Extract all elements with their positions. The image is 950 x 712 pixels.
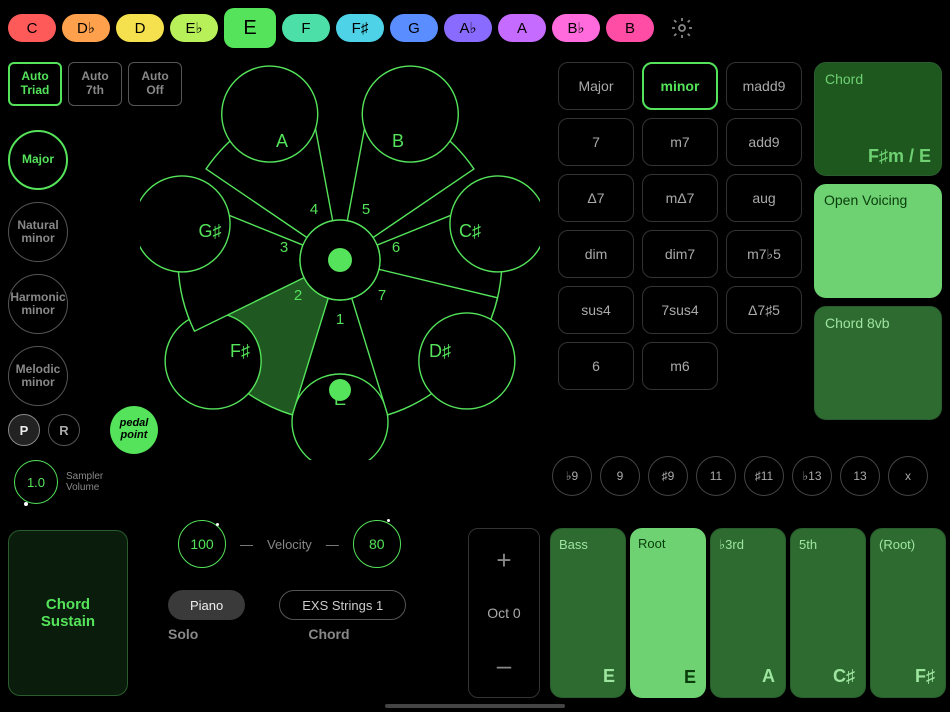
quality-m75[interactable]: m7♭5: [726, 230, 802, 278]
tension-9[interactable]: ♭9: [552, 456, 592, 496]
scale-harmonic-minor[interactable]: Harmonic minor: [8, 274, 68, 334]
solo-instrument[interactable]: Piano: [168, 590, 245, 620]
tension-13[interactable]: ♭13: [792, 456, 832, 496]
chord-sustain-pad[interactable]: Chord Sustain: [8, 530, 128, 696]
scale-melodic-minor[interactable]: Melodic minor: [8, 346, 68, 406]
quality-dim[interactable]: dim: [558, 230, 634, 278]
auto-triad-button[interactable]: Auto Triad: [8, 62, 62, 106]
key-B[interactable]: B: [606, 14, 654, 42]
quality-add9[interactable]: add9: [726, 118, 802, 166]
chord-tone-pads: BassERootE♭3rdA5thC♯(Root)F♯: [550, 528, 946, 698]
key-G[interactable]: G: [390, 14, 438, 42]
key-A[interactable]: A: [498, 14, 546, 42]
quality-7[interactable]: 7: [558, 118, 634, 166]
note-pad-bass[interactable]: BassE: [550, 528, 626, 698]
quality-minor[interactable]: minor: [642, 62, 718, 110]
scale-degree-wheel[interactable]: 1 2 3 4 5 6 7 E F♯ G♯ A B C♯ D♯: [140, 60, 540, 460]
key-Eb[interactable]: E♭: [170, 14, 218, 42]
quality-m7[interactable]: mΔ7: [642, 174, 718, 222]
quality-Major[interactable]: Major: [558, 62, 634, 110]
quality-sus4[interactable]: sus4: [558, 286, 634, 334]
quality-7[interactable]: Δ7: [558, 174, 634, 222]
key-Db[interactable]: D♭: [62, 14, 110, 42]
octave-label: Oct 0: [487, 605, 520, 621]
auto-7th-button[interactable]: Auto 7th: [68, 62, 122, 106]
sampler-volume-knob[interactable]: 1.0: [14, 460, 58, 504]
home-indicator: [385, 704, 565, 708]
wheel-note-2: F♯: [230, 341, 250, 361]
chord-label: Chord: [308, 626, 349, 642]
wheel-note-4: A: [276, 131, 288, 151]
p-button[interactable]: P: [8, 414, 40, 446]
key-Fs[interactable]: F♯: [336, 14, 384, 42]
open-voicing-pad[interactable]: Open Voicing: [814, 184, 942, 298]
tension-13[interactable]: 13: [840, 456, 880, 496]
tension-9[interactable]: ♯9: [648, 456, 688, 496]
sampler-volume-label: Sampler Volume: [66, 471, 103, 493]
note-pad-root[interactable]: RootE: [630, 528, 706, 698]
svg-text:1: 1: [336, 311, 344, 328]
svg-text:4: 4: [310, 201, 318, 218]
key-D[interactable]: D: [116, 14, 164, 42]
sampler-volume-value: 1.0: [27, 475, 45, 490]
chord-instrument[interactable]: EXS Strings 1: [279, 590, 406, 620]
octave-down[interactable]: –: [497, 650, 511, 681]
chord-tension-row: ♭99♯911♯11♭1313x: [552, 456, 928, 496]
r-button[interactable]: R: [48, 414, 80, 446]
quality-75[interactable]: Δ7♯5: [726, 286, 802, 334]
note-pad-root[interactable]: (Root)F♯: [870, 528, 946, 698]
note-pad-3rd[interactable]: ♭3rdA: [710, 528, 786, 698]
tension-11[interactable]: 11: [696, 456, 736, 496]
chord-velocity-knob[interactable]: 80: [353, 520, 401, 568]
quality-m6[interactable]: m6: [642, 342, 718, 390]
quality-m7[interactable]: m7: [642, 118, 718, 166]
tension-11[interactable]: ♯11: [744, 456, 784, 496]
scale-natural-minor[interactable]: Natural minor: [8, 202, 68, 262]
key-F[interactable]: F: [282, 14, 330, 42]
velocity-label: Velocity: [267, 537, 312, 552]
settings-icon[interactable]: [670, 16, 694, 40]
wheel-note-3: G♯: [198, 221, 221, 241]
solo-velocity-knob[interactable]: 100: [178, 520, 226, 568]
svg-text:3: 3: [280, 239, 288, 256]
svg-text:6: 6: [392, 239, 400, 256]
chord-quality-grid: Majorminormadd9 7m7add9 Δ7mΔ7aug dimdim7m7♭…: [558, 62, 802, 390]
key-C[interactable]: C: [8, 14, 56, 42]
wheel-note-7: D♯: [429, 341, 451, 361]
tension-9[interactable]: 9: [600, 456, 640, 496]
wheel-note-6: C♯: [459, 221, 481, 241]
octave-up[interactable]: +: [496, 545, 511, 576]
svg-text:7: 7: [378, 287, 386, 304]
quality-7sus4[interactable]: 7sus4: [642, 286, 718, 334]
svg-text:5: 5: [362, 201, 370, 218]
quality-dim7[interactable]: dim7: [642, 230, 718, 278]
key-Ab[interactable]: A♭: [444, 14, 492, 42]
current-chord: F♯m / E: [868, 146, 931, 167]
note-pad-5th[interactable]: 5thC♯: [790, 528, 866, 698]
wheel-note-5: B: [392, 131, 404, 151]
scale-major[interactable]: Major: [8, 130, 68, 190]
chord-8vb-pad[interactable]: Chord 8vb: [814, 306, 942, 420]
quality-aug[interactable]: aug: [726, 174, 802, 222]
wheel-note-1: E: [334, 389, 346, 409]
key-E[interactable]: E: [224, 8, 276, 48]
key-Bb[interactable]: B♭: [552, 14, 600, 42]
chord-display-pad[interactable]: Chord F♯m / E: [814, 62, 942, 176]
solo-label: Solo: [168, 626, 198, 642]
quality-6[interactable]: 6: [558, 342, 634, 390]
tension-x[interactable]: x: [888, 456, 928, 496]
quality-madd9[interactable]: madd9: [726, 62, 802, 110]
svg-text:2: 2: [294, 287, 302, 304]
octave-control: + Oct 0 –: [468, 528, 540, 698]
key-selector-row: CD♭DE♭EFF♯GA♭AB♭B: [8, 8, 694, 48]
